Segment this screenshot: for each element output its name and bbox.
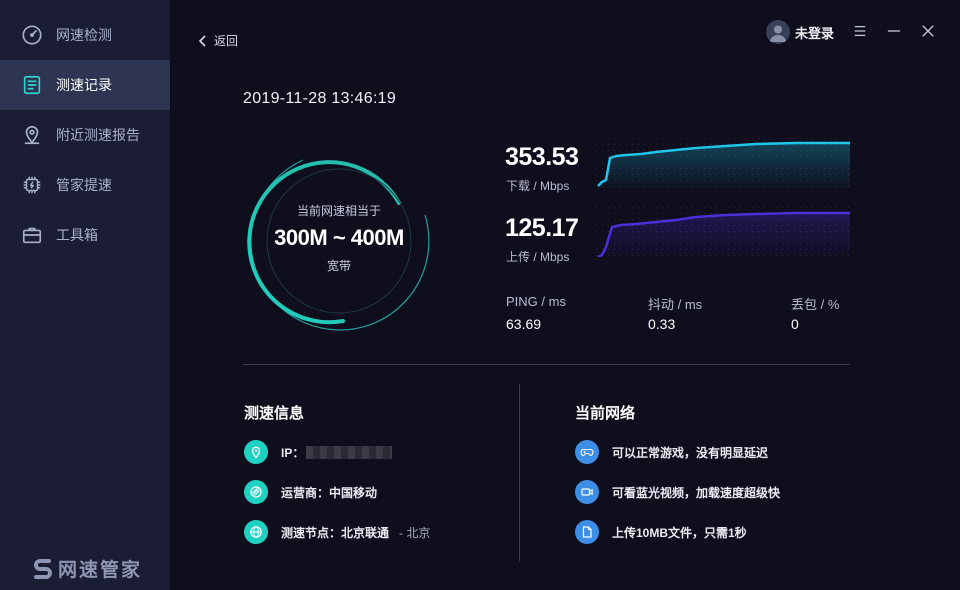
minimize-icon	[887, 30, 901, 32]
globe-icon	[244, 520, 268, 544]
ip-value-masked	[306, 445, 393, 459]
sidebar-item-nearby-report[interactable]: 附近测速报告	[0, 110, 170, 160]
back-label: 返回	[214, 34, 239, 48]
menu-button[interactable]	[851, 22, 869, 40]
document-icon	[20, 73, 44, 97]
network-item-text: 可看蓝光视频，加载速度超级快	[612, 485, 781, 500]
divider-vertical	[519, 384, 520, 561]
sidebar-item-speed-test[interactable]: 网速检测	[0, 10, 170, 60]
divider	[243, 364, 850, 365]
isp-row: 运营商：中国移动	[244, 480, 377, 504]
node-text: 测速节点：北京联通	[281, 525, 390, 540]
sidebar-item-boost[interactable]: 管家提速	[0, 160, 170, 210]
network-item-text: 上传10MB文件，只需1秒	[612, 525, 747, 540]
user-label: 未登录	[795, 25, 835, 41]
close-button[interactable]	[919, 22, 937, 40]
sidebar-item-label: 附近测速报告	[56, 127, 140, 143]
jitter-value: 0.33	[648, 316, 676, 332]
speed-info-title: 测速信息	[244, 405, 305, 422]
avatar	[766, 20, 790, 44]
network-item-gaming: 可以正常游戏，没有明显延迟	[575, 440, 768, 464]
current-network-title: 当前网络	[575, 405, 636, 422]
minimize-button[interactable]	[885, 22, 903, 40]
sidebar-item-label: 网速检测	[56, 27, 112, 43]
sidebar-item-label: 管家提速	[56, 177, 112, 193]
sidebar-item-toolbox[interactable]: 工具箱	[0, 210, 170, 260]
ping-label: PING / ms	[506, 294, 566, 309]
login-button[interactable]: 未登录	[766, 20, 834, 44]
sidebar-item-label: 工具箱	[56, 227, 98, 243]
close-icon	[922, 25, 934, 37]
gamepad-icon	[575, 440, 599, 464]
upload-graph	[596, 207, 850, 257]
location-icon	[244, 440, 268, 464]
sidebar-item-label: 测速记录	[56, 77, 112, 93]
upload-value: 125.17	[505, 214, 579, 242]
node-region: - 北京	[399, 525, 431, 540]
download-value: 353.53	[505, 143, 579, 171]
ping-value: 63.69	[506, 316, 542, 332]
chevron-left-icon	[198, 34, 206, 47]
brand-s-icon	[34, 558, 52, 579]
download-label: 下载 / Mbps	[506, 179, 570, 193]
network-item-upload: 上传10MB文件，只需1秒	[575, 520, 747, 544]
jitter-label: 抖动 / ms	[648, 297, 703, 312]
signal-icon	[244, 480, 268, 504]
speedometer-icon	[20, 23, 44, 47]
sidebar: 网速检测 测速记录 附近测速报告 管家提速 工具箱 网速管家	[0, 0, 170, 590]
network-item-text: 可以正常游戏，没有明显延迟	[612, 445, 769, 460]
gauge-unit: 宽带	[326, 259, 351, 273]
gauge-value: 300M ~ 400M	[274, 225, 404, 250]
packet-loss-value: 0	[791, 316, 799, 332]
gauge-caption: 当前网速相当于	[296, 204, 381, 218]
ip-row: IP：	[244, 440, 393, 464]
brand-logo: 网速管家	[32, 555, 142, 582]
hamburger-icon	[854, 26, 866, 36]
packet-loss-label: 丢包 / %	[791, 297, 840, 312]
download-graph	[596, 138, 850, 188]
back-button[interactable]: 返回	[198, 32, 238, 49]
video-camera-icon	[575, 480, 599, 504]
user-icon	[770, 25, 786, 42]
sidebar-item-speed-history[interactable]: 测速记录	[0, 60, 170, 110]
chip-icon	[20, 173, 44, 197]
network-item-video: 可看蓝光视频，加载速度超级快	[575, 480, 780, 504]
speed-gauge: 当前网速相当于 300M ~ 400M 宽带	[243, 145, 435, 337]
file-icon	[575, 520, 599, 544]
toolbox-icon	[20, 223, 44, 247]
isp-text: 运营商：中国移动	[281, 485, 378, 500]
location-pin-icon	[20, 123, 44, 147]
node-row: 测速节点：北京联通 - 北京	[244, 520, 430, 544]
upload-label: 上传 / Mbps	[506, 250, 570, 264]
record-datetime: 2019-11-28 13:46:19	[243, 90, 397, 107]
ip-label: IP：	[281, 445, 305, 460]
brand-name: 网速管家	[58, 560, 143, 581]
